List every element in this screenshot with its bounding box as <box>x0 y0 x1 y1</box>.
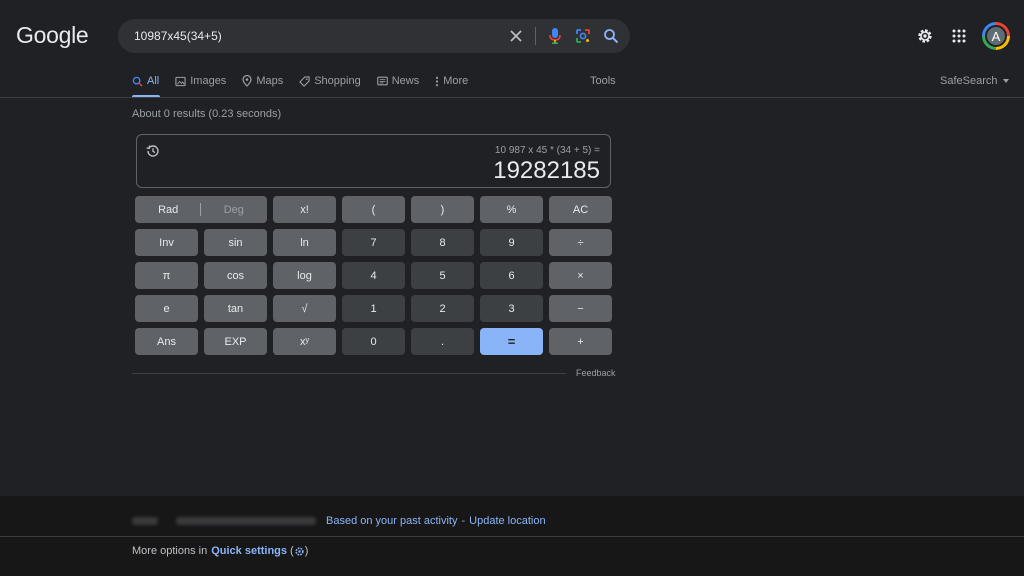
key-exp[interactable]: EXP <box>204 328 267 355</box>
tab-images[interactable]: Images <box>175 74 226 88</box>
history-icon[interactable] <box>146 144 160 163</box>
tab-label: All <box>147 75 160 87</box>
header-divider <box>0 97 1024 98</box>
key-2[interactable]: 2 <box>411 295 474 322</box>
rad-deg-toggle[interactable]: Rad Deg <box>135 196 267 223</box>
tab-more[interactable]: More <box>435 74 468 88</box>
tab-label: News <box>391 75 420 87</box>
tab-label: Images <box>190 75 227 87</box>
tag-icon <box>299 75 310 87</box>
tab-all[interactable]: All <box>132 74 159 88</box>
key-close-paren[interactable]: ) <box>411 196 474 223</box>
footer-divider <box>0 536 1024 537</box>
more-vert-icon <box>436 76 439 86</box>
key-percent[interactable]: % <box>480 196 543 223</box>
key-5[interactable]: 5 <box>411 262 474 289</box>
search-icon[interactable] <box>602 27 620 45</box>
key-8[interactable]: 8 <box>411 229 474 256</box>
key-9[interactable]: 9 <box>480 229 543 256</box>
more-options-text: More options in <box>132 545 208 557</box>
key-clear[interactable]: AC <box>549 196 612 223</box>
key-6[interactable]: 6 <box>480 262 543 289</box>
key-cos[interactable]: cos <box>204 262 267 289</box>
deg-label[interactable]: Deg <box>224 204 244 216</box>
feedback-link[interactable]: Feedback <box>576 368 616 378</box>
tab-label: Shopping <box>314 75 361 87</box>
key-3[interactable]: 3 <box>480 295 543 322</box>
avatar-letter: A <box>985 25 1007 47</box>
rad-label[interactable]: Rad <box>158 204 178 216</box>
key-log[interactable]: log <box>273 262 336 289</box>
apps-grid-icon[interactable] <box>946 23 972 49</box>
feedback-divider <box>132 373 566 374</box>
quick-settings-link[interactable]: Quick settings <box>211 545 287 557</box>
key-power[interactable]: xʸ <box>273 328 336 355</box>
calculator-keypad: Rad Deg x! ( ) % AC Inv sin ln 7 8 9 ÷ π… <box>135 196 612 355</box>
key-decimal[interactable]: . <box>411 328 474 355</box>
key-tan[interactable]: tan <box>204 295 267 322</box>
quick-settings-icon[interactable]: () <box>290 545 308 557</box>
safesearch-dropdown[interactable]: SafeSearch <box>940 75 1010 87</box>
footer-settings: More options in Quick settings () <box>132 545 308 557</box>
gear-icon[interactable] <box>912 23 938 49</box>
key-subtract[interactable]: − <box>549 295 612 322</box>
tab-label: More <box>443 75 469 87</box>
avatar[interactable]: A <box>982 22 1010 50</box>
clear-icon[interactable] <box>507 27 525 45</box>
key-1[interactable]: 1 <box>342 295 405 322</box>
google-logo[interactable]: Google <box>16 22 89 49</box>
calculator-result: 19282185 <box>493 157 600 184</box>
key-factorial[interactable]: x! <box>273 196 336 223</box>
key-pi[interactable]: π <box>135 262 198 289</box>
key-ans[interactable]: Ans <box>135 328 198 355</box>
key-e[interactable]: e <box>135 295 198 322</box>
footer-location: Based on your past activity - Update loc… <box>132 515 546 527</box>
footer-separator: - <box>461 515 466 527</box>
tab-label: Maps <box>256 75 284 87</box>
header-actions: A <box>904 22 1010 50</box>
search-box[interactable]: 10987x45(34+5) <box>118 19 630 53</box>
calculator-display: 10 987 x 45 * (34 + 5) = 19282185 <box>136 134 611 188</box>
tab-news[interactable]: News <box>376 74 420 88</box>
search-input[interactable]: 10987x45(34+5) <box>134 29 507 43</box>
toggle-separator <box>200 203 202 216</box>
key-inverse[interactable]: Inv <box>135 229 198 256</box>
caret-down-icon <box>1003 79 1010 83</box>
key-open-paren[interactable]: ( <box>342 196 405 223</box>
key-0[interactable]: 0 <box>342 328 405 355</box>
key-add[interactable]: + <box>549 328 612 355</box>
search-divider <box>535 27 536 45</box>
blurred-country <box>132 517 158 525</box>
key-sqrt[interactable]: √ <box>273 295 336 322</box>
safesearch-label: SafeSearch <box>940 75 998 87</box>
key-4[interactable]: 4 <box>342 262 405 289</box>
blurred-location <box>176 517 316 525</box>
key-sin[interactable]: sin <box>204 229 267 256</box>
update-location-link[interactable]: Update location <box>469 515 545 527</box>
tab-shopping[interactable]: Shopping <box>299 74 361 88</box>
key-ln[interactable]: ln <box>273 229 336 256</box>
search-tabs: All Images Maps Shopping News More <box>132 74 484 88</box>
key-divide[interactable]: ÷ <box>549 229 612 256</box>
key-multiply[interactable]: × <box>549 262 612 289</box>
microphone-icon[interactable] <box>546 27 564 45</box>
result-stats: About 0 results (0.23 seconds) <box>132 108 282 120</box>
tools-button[interactable]: Tools <box>590 75 616 87</box>
news-icon <box>376 76 388 86</box>
map-pin-icon <box>242 75 252 87</box>
calculator-expression: 10 987 x 45 * (34 + 5) = <box>494 145 600 156</box>
key-7[interactable]: 7 <box>342 229 405 256</box>
search-icon <box>132 76 143 87</box>
past-activity-link[interactable]: Based on your past activity <box>326 515 457 527</box>
key-equals[interactable]: = <box>480 328 543 355</box>
lens-icon[interactable] <box>574 27 592 45</box>
tab-maps[interactable]: Maps <box>242 74 283 88</box>
image-icon <box>175 76 186 86</box>
